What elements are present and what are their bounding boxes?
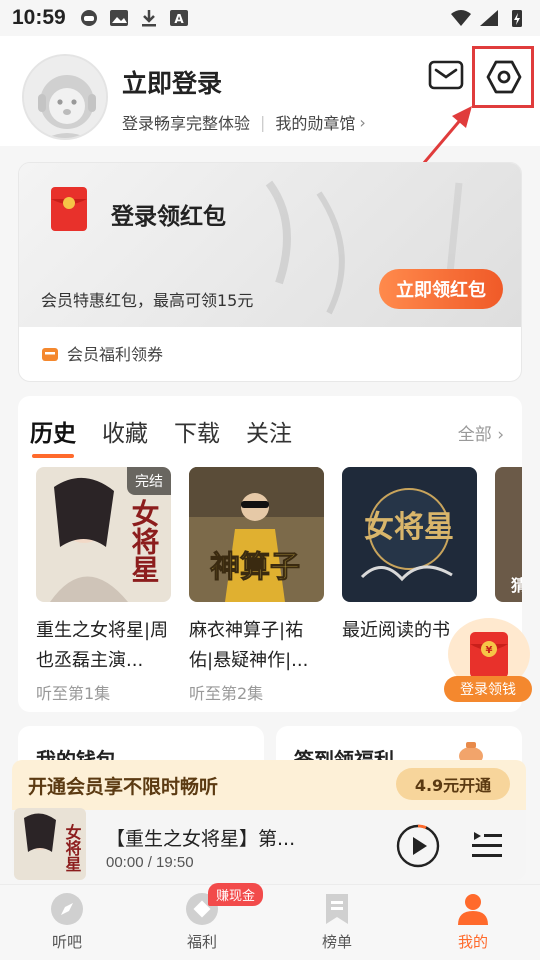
vip-promo-bar[interactable]: 开通会员享不限时畅听 4.9元开通 (12, 760, 526, 810)
view-all-link[interactable]: 全部 › (458, 420, 504, 445)
book-progress: 听至第1集 (36, 684, 111, 703)
player-cover[interactable]: 女将星 (14, 808, 86, 880)
playlist-icon[interactable] (470, 828, 504, 860)
member-coupon-row[interactable]: 会员福利领券 (41, 341, 163, 365)
earn-cash-badge: 赚现金 (208, 883, 264, 906)
vip-promo-text: 开通会员享不限时畅听 (28, 776, 219, 798)
bookmark-icon (326, 894, 348, 924)
book-title: 麻衣神算子|祐佑|悬疑神作|... (189, 620, 309, 671)
mail-icon[interactable] (428, 60, 464, 90)
tab-welfare-label: 福利 (186, 933, 217, 951)
tab-following[interactable]: 关注 (246, 414, 292, 448)
player-title: 【重生之女将星】第... (106, 828, 296, 850)
status-time: 10:59 (12, 6, 66, 29)
person-icon (458, 894, 488, 925)
compass-icon (51, 893, 83, 925)
player-time: 00:00 / 19:50 (106, 854, 194, 871)
svg-text:A: A (174, 12, 184, 26)
book-item[interactable]: 女将星 完结 重生之女将星|周也丞磊主演... 听至第1集 (36, 467, 171, 704)
download-icon (141, 10, 156, 27)
red-packet-title: 登录领红包 (111, 204, 226, 230)
member-coupon-label: 会员福利领券 (67, 345, 164, 364)
battery-icon (512, 10, 522, 27)
medals-link[interactable]: 我的勋章馆 (275, 110, 355, 134)
tab-rankings-label: 榜单 (321, 933, 352, 951)
wifi-icon (451, 10, 471, 26)
svg-text:¥: ¥ (486, 645, 493, 656)
bottom-tab-bar: 听吧 福利 赚现金 榜单 我的 (0, 883, 540, 960)
profile-header: 立即登录 登录畅享完整体验 | 我的勋章馆 › (0, 36, 540, 146)
book-item[interactable]: 猜 (495, 467, 522, 602)
login-reward-float[interactable]: ¥ 登录领钱 (444, 618, 534, 702)
play-icon[interactable] (396, 824, 440, 868)
red-envelope-icon (51, 187, 87, 231)
status-bar: 10:59 A (0, 0, 540, 36)
cover-title-text: 神算子 (210, 550, 300, 585)
mini-player[interactable]: 女将星 【重生之女将星】第... 00:00 / 19:50 (12, 808, 526, 880)
avatar[interactable] (22, 54, 108, 140)
default-avatar-icon (24, 56, 106, 138)
book-cover: 神算子 (189, 467, 324, 602)
book-progress: 听至第2集 (189, 684, 264, 703)
settings-highlight-box (472, 46, 534, 108)
login-subtitle-row: 登录畅享完整体验 | 我的勋章馆 › (122, 110, 366, 134)
image-icon (109, 10, 128, 26)
login-reward-label: 登录领钱 (444, 676, 532, 702)
vip-open-button[interactable]: 4.9元开通 (396, 768, 510, 800)
cover-title-text: 女将星 (364, 510, 454, 545)
signal-icon (480, 10, 498, 26)
tab-mine[interactable]: 我的 (438, 891, 508, 952)
history-tabs: 历史 收藏 下载 关注 (30, 414, 292, 458)
divider: | (260, 112, 266, 132)
cover-title-text: 猜 (510, 576, 522, 595)
get-red-packet-button[interactable]: 立即领红包 (379, 269, 503, 309)
tab-favorites[interactable]: 收藏 (102, 414, 148, 448)
cover-art: 神算子 (189, 467, 324, 602)
book-item[interactable]: 神算子 麻衣神算子|祐佑|悬疑神作|... 听至第2集 (189, 467, 324, 704)
tab-history[interactable]: 历史 (30, 414, 76, 458)
gift-box-icon (42, 348, 58, 361)
tab-mine-label: 我的 (457, 933, 488, 951)
book-title: 重生之女将星|周也丞磊主演... (36, 620, 169, 671)
cover-title-text: 女将星 (63, 823, 82, 872)
login-title[interactable]: 立即登录 (122, 64, 222, 100)
book-cover: 女将星 完结 (36, 467, 171, 602)
book-cover: 猜 (495, 467, 522, 602)
font-icon: A (169, 10, 188, 26)
tab-listen-label: 听吧 (51, 933, 82, 951)
chevron-right-icon: › (359, 112, 366, 132)
red-packet-description: 会员特惠红包，最高可领15元 (41, 291, 254, 310)
cover-art: 女将星 (342, 467, 477, 602)
login-subtitle[interactable]: 登录畅享完整体验 (122, 110, 250, 134)
assistant-icon (80, 10, 97, 26)
completed-badge: 完结 (127, 467, 171, 495)
cover-title-text: 女将星 (128, 498, 161, 583)
tab-downloads[interactable]: 下载 (174, 414, 220, 448)
cover-art: 猜 (495, 467, 522, 602)
tab-rankings[interactable]: 榜单 (302, 891, 372, 952)
tab-listen[interactable]: 听吧 (32, 891, 102, 952)
cover-art: 女将星 (14, 808, 86, 880)
book-cover: 女将星 (342, 467, 477, 602)
red-packet-card[interactable]: 登录领红包 会员特惠红包，最高可领15元 立即领红包 会员福利领券 (18, 162, 522, 382)
